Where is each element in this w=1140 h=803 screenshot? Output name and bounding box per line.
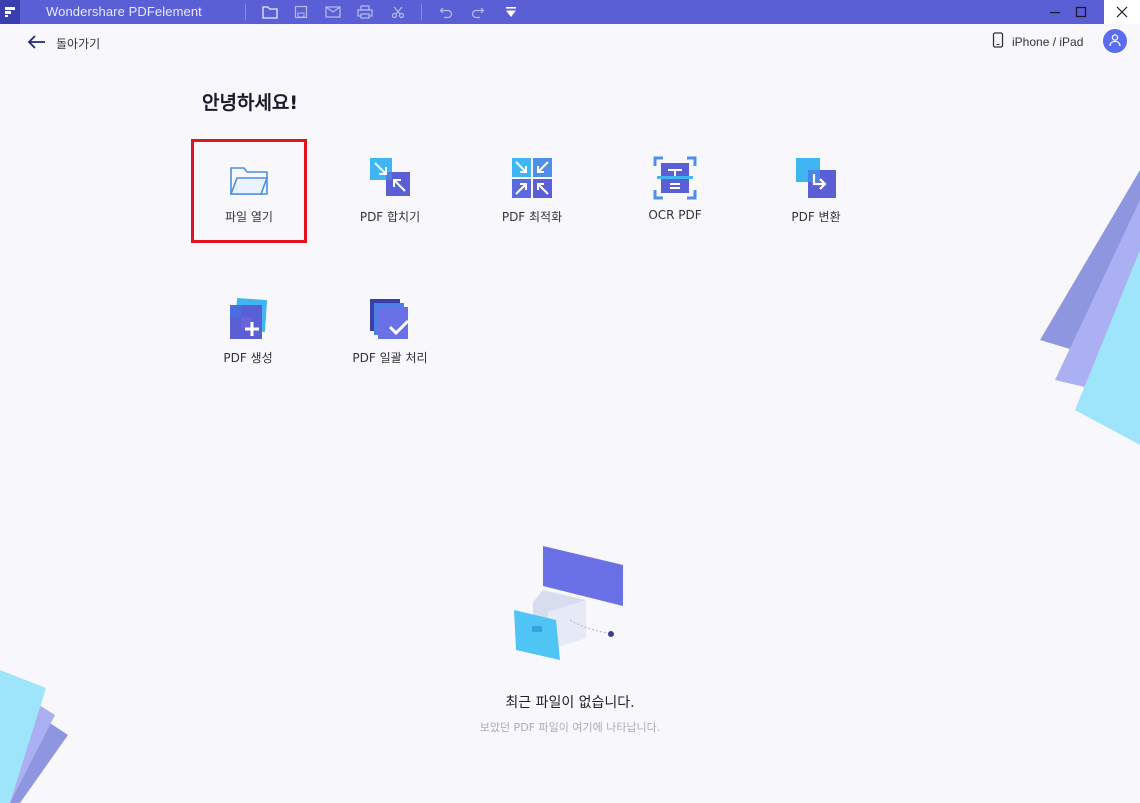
toolbar-divider	[421, 4, 422, 20]
close-button[interactable]	[1104, 0, 1140, 24]
tile-label: PDF 생성	[223, 351, 273, 365]
scissors-icon[interactable]	[389, 3, 407, 21]
save-icon[interactable]	[292, 3, 310, 21]
create-icon	[226, 297, 270, 341]
folder-open-icon	[227, 156, 271, 200]
tile-label: 파일 열기	[225, 210, 273, 224]
arrow-left-icon	[27, 34, 46, 53]
empty-state-title: 최근 파일이 없습니다.	[505, 695, 635, 711]
empty-box-illustration	[514, 546, 623, 660]
mail-icon[interactable]	[324, 3, 342, 21]
combine-pdf-tile[interactable]: PDF 합치기	[335, 142, 445, 236]
create-pdf-tile[interactable]: PDF 생성	[193, 283, 303, 377]
phone-icon	[992, 32, 1004, 52]
tile-label: PDF 최적화	[501, 210, 563, 224]
undo-icon[interactable]	[437, 3, 455, 21]
print-icon[interactable]	[356, 3, 374, 21]
optimize-icon	[510, 156, 554, 200]
decorative-shapes-right	[1040, 170, 1140, 445]
redo-icon[interactable]	[469, 3, 487, 21]
ocr-icon	[653, 156, 697, 200]
batch-process-tile[interactable]: PDF 일괄 처리	[335, 283, 445, 377]
tile-label: PDF 일괄 처리	[352, 351, 428, 365]
app-title: Wondershare PDFelement	[46, 4, 202, 19]
convert-icon	[794, 156, 838, 200]
convert-pdf-tile[interactable]: PDF 변환	[761, 142, 871, 236]
empty-state-subtitle: 보았던 PDF 파일이 여기에 나타납니다.	[479, 721, 661, 734]
ocr-pdf-tile[interactable]: OCR PDF	[620, 142, 730, 236]
device-label: iPhone / iPad	[1012, 35, 1084, 49]
dropdown-icon[interactable]	[502, 3, 520, 21]
greeting-heading: 안녕하세요!	[202, 92, 299, 114]
tile-label: OCR PDF	[648, 208, 702, 222]
open-file-tile[interactable]: 파일 열기	[191, 139, 307, 243]
optimize-pdf-tile[interactable]: PDF 최적화	[477, 142, 587, 236]
app-logo-icon	[0, 0, 20, 24]
user-icon	[1108, 32, 1122, 51]
iphone-ipad-link[interactable]: iPhone / iPad	[992, 32, 1083, 52]
back-label: 돌아가기	[56, 36, 101, 51]
folder-open-icon[interactable]	[261, 3, 279, 21]
user-avatar[interactable]	[1103, 29, 1127, 53]
toolbar-divider	[245, 4, 246, 20]
title-bar: Wondershare PDFelement	[0, 0, 1140, 24]
combine-icon	[368, 156, 412, 200]
batch-icon	[368, 297, 412, 341]
tile-label: PDF 합치기	[359, 210, 421, 224]
maximize-button[interactable]	[1064, 0, 1098, 24]
tile-label: PDF 변환	[791, 210, 841, 224]
back-button[interactable]: 돌아가기	[27, 33, 101, 53]
decorative-shapes-left	[0, 670, 68, 803]
